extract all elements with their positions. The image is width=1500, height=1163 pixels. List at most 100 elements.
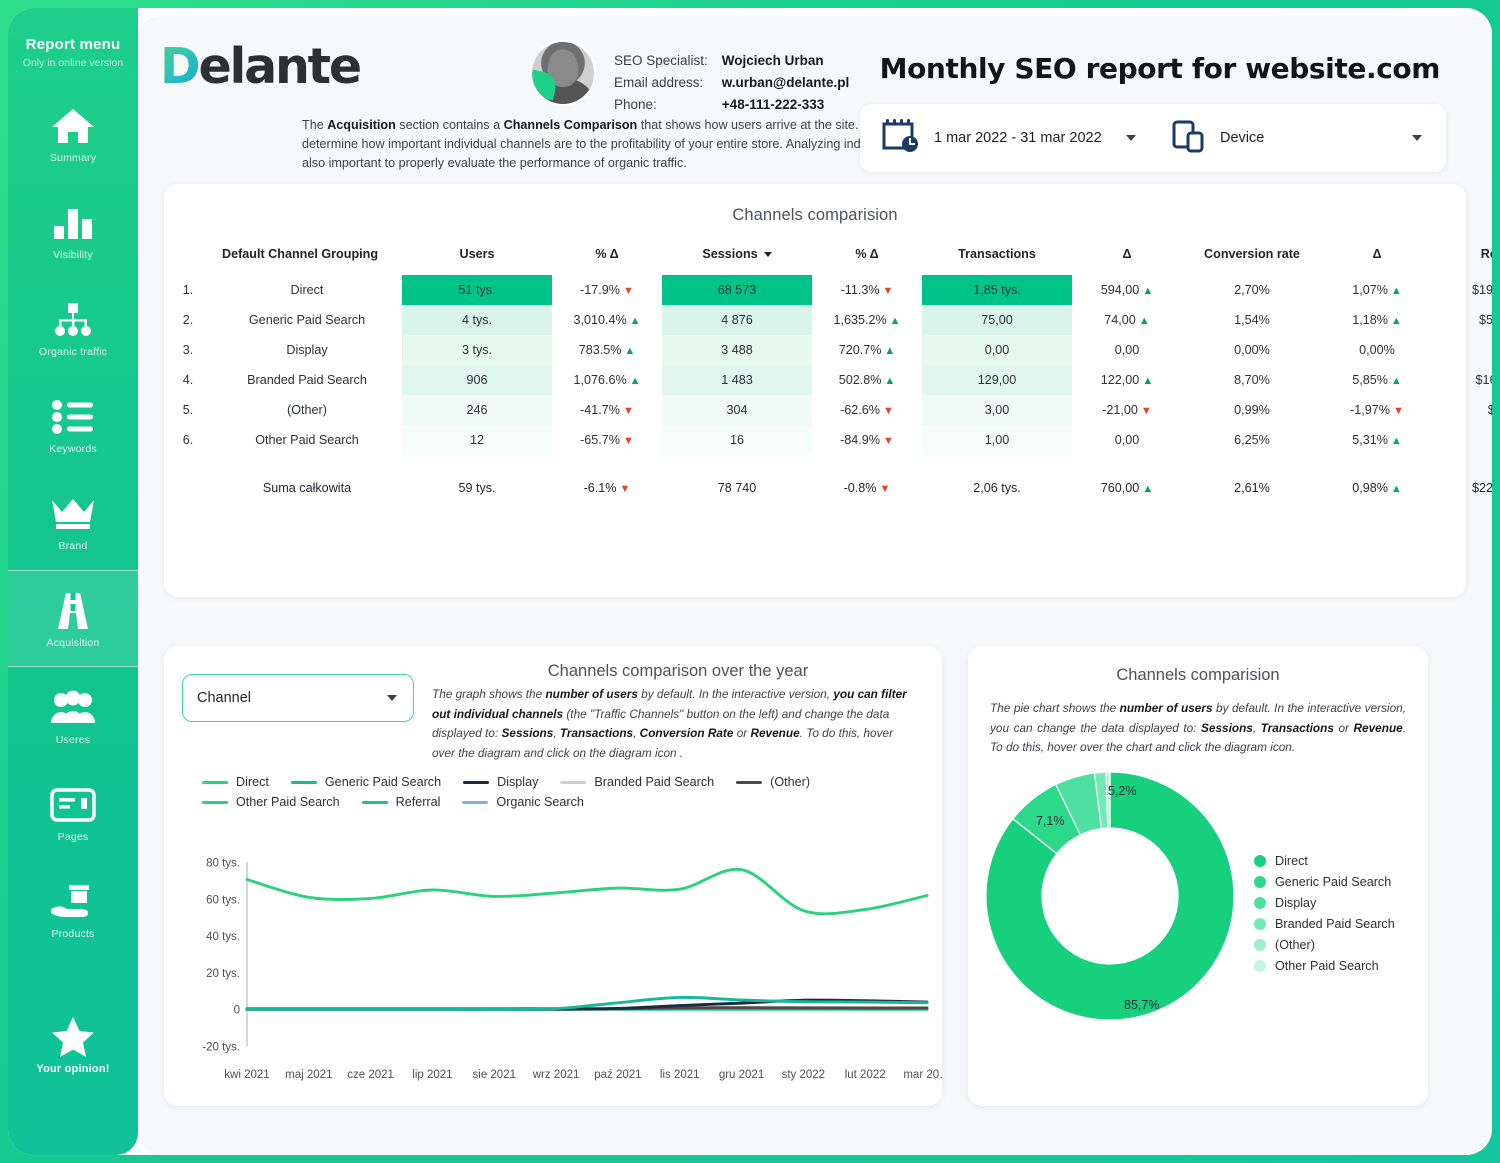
arrow-up-icon: ▲: [629, 375, 641, 387]
calendar-clock-icon: [882, 118, 920, 159]
total-users-delta: -6.1% ▼: [583, 481, 631, 495]
sidebar-item-products[interactable]: Products: [8, 861, 138, 958]
sidebar-item-label: Summary: [49, 152, 97, 164]
row-channel: (Other): [287, 403, 327, 417]
svg-text:lut 2022: lut 2022: [845, 1069, 886, 1081]
arrow-up-icon: ▲: [1142, 285, 1154, 297]
total-transactions-delta: 760,00 ▲: [1100, 481, 1154, 495]
table-row[interactable]: 1. Direct 51 tys. -17.9% ▼ 68 573 -11.3% ▼ 1,85 …: [164, 275, 1492, 305]
svg-text:gru 2021: gru 2021: [719, 1069, 764, 1081]
row-transactions: 0,00: [922, 335, 1072, 365]
date-range-filter[interactable]: 1 mar 2022 - 31 mar 2022: [860, 104, 1150, 172]
col-transactions-delta[interactable]: Δ: [1072, 241, 1182, 275]
legend-label: Generic Paid Search: [324, 775, 442, 789]
col-conversion-rate[interactable]: Conversion rate: [1182, 241, 1322, 275]
legend-item[interactable]: Organic Search: [462, 795, 584, 809]
row-users-delta: -65.7% ▼: [580, 433, 634, 447]
row-index: 6.: [182, 433, 194, 447]
legend-item[interactable]: Referral: [361, 795, 440, 809]
legend-label: Organic Search: [496, 795, 584, 809]
sidebar-item-pages[interactable]: Pages: [8, 764, 138, 861]
sidebar: Report menu Only in online version Summa…: [8, 8, 138, 1155]
sidebar-item-brand[interactable]: Brand: [8, 473, 138, 570]
sidebar-item-label: Visibility: [53, 249, 93, 261]
arrow-down-icon: ▼: [623, 405, 634, 417]
svg-text:60 tys.: 60 tys.: [206, 894, 240, 906]
pie-chart-card: Channels comparision The pie chart shows…: [968, 646, 1428, 1106]
users-icon: [49, 685, 97, 731]
sidebar-item-keywords[interactable]: Keywords: [8, 376, 138, 473]
table-row[interactable]: 2. Generic Paid Search 4 tys. 3,010.4% ▲ 4 87…: [164, 305, 1492, 335]
arrow-down-icon: ▼: [619, 483, 631, 495]
row-users: 3 tys.: [402, 335, 552, 365]
row-sessions: 304: [662, 395, 812, 425]
row-sessions-delta: 1,635.2% ▲: [833, 313, 901, 327]
contact-key: Email address:: [614, 75, 704, 90]
table-row[interactable]: 4. Branded Paid Search 906 1,076.6% ▲ 1 483 50…: [164, 365, 1492, 395]
sidebar-item-acquisition[interactable]: Acquisition: [8, 570, 138, 667]
table-row[interactable]: 5. (Other) 246 -41.7% ▼ 304 -62.6% ▼ 3,00 -21,00 ▼…: [164, 395, 1492, 425]
filters-bar: 1 mar 2022 - 31 mar 2022 Device: [860, 104, 1446, 172]
chevron-down-icon[interactable]: [1126, 135, 1136, 141]
pie-legend-item[interactable]: Other Paid Search: [1254, 959, 1395, 973]
svg-text:lis 2021: lis 2021: [660, 1069, 700, 1081]
sidebar-item-summary[interactable]: Summary: [8, 85, 138, 182]
legend-swatch: [361, 800, 388, 804]
device-filter[interactable]: Device: [1150, 104, 1436, 172]
row-sessions: 3 488: [662, 335, 812, 365]
intro-text: The: [302, 118, 328, 132]
arrow-up-icon: ▲: [1142, 483, 1154, 495]
row-index: 3.: [182, 343, 194, 357]
row-revenue: $11,2: [1432, 425, 1493, 455]
desc-bold: Transactions: [1260, 720, 1334, 735]
table-row[interactable]: 3. Display 3 tys. 783.5% ▲ 3 488 720.7% ▲ 0,00 0,…: [164, 335, 1492, 365]
col-users-delta[interactable]: % Δ: [552, 241, 662, 275]
row-transactions-delta: -21,00 ▼: [1102, 403, 1152, 417]
row-sessions-delta: -84.9% ▼: [840, 433, 894, 447]
desc-bold: Sessions: [501, 726, 554, 740]
row-sessions-delta: -62.6% ▼: [840, 403, 894, 417]
sidebar-item-organic-traffic[interactable]: Organic traffic: [8, 279, 138, 376]
row-cr-delta: 1,18% ▲: [1352, 313, 1402, 327]
legend-item[interactable]: Display: [463, 775, 538, 789]
col-cr-delta[interactable]: Δ: [1322, 241, 1432, 275]
svg-text:80 tys.: 80 tys.: [206, 858, 240, 870]
arrow-up-icon: ▲: [629, 315, 641, 327]
page-layout-icon: [50, 782, 96, 828]
arrow-down-icon: ▼: [623, 285, 634, 297]
col-users[interactable]: Users: [402, 241, 552, 275]
pie-legend-dot: [1254, 876, 1266, 888]
col-transactions[interactable]: Transactions: [922, 241, 1072, 275]
sidebar-item-useres[interactable]: Useres: [8, 667, 138, 764]
table-row[interactable]: 6. Other Paid Search 12 -65.7% ▼ 16 -84.9% ▼ 1,0…: [164, 425, 1492, 455]
pie-legend-item[interactable]: Display: [1254, 896, 1395, 910]
channel-select[interactable]: Channel: [182, 674, 414, 722]
legend-swatch: [736, 780, 763, 784]
line-chart-description: The graph shows the number of users by d…: [432, 681, 924, 763]
pie-legend-dot: [1254, 918, 1266, 930]
pie-legend-item[interactable]: (Other): [1254, 938, 1395, 952]
row-sessions: 16: [662, 425, 812, 455]
pie-legend-item[interactable]: Branded Paid Search: [1254, 917, 1395, 931]
col-revenue[interactable]: Revenue: [1432, 241, 1492, 275]
sidebar-item-visibility[interactable]: Visibility: [8, 182, 138, 279]
sidebar-item-your-opinion[interactable]: Your opinion!: [8, 996, 138, 1093]
row-users-delta: 3,010.4% ▲: [573, 313, 641, 327]
col-sessions-delta[interactable]: % Δ: [812, 241, 922, 275]
intro-text: section contains a: [395, 118, 504, 132]
legend-item[interactable]: Direct: [202, 775, 269, 789]
pie-legend-item[interactable]: Generic Paid Search: [1254, 875, 1395, 889]
col-channel[interactable]: Default Channel Grouping: [212, 241, 402, 275]
desc-text: or: [733, 726, 751, 740]
row-conversion-rate: 6,25%: [1234, 433, 1270, 447]
pie-legend-item[interactable]: Direct: [1254, 854, 1395, 868]
legend-item[interactable]: (Other): [736, 775, 810, 789]
contact-value: w.urban@delante.pl: [721, 75, 850, 90]
legend-item[interactable]: Generic Paid Search: [290, 775, 442, 789]
legend-item[interactable]: Branded Paid Search: [560, 775, 714, 789]
col-sessions[interactable]: Sessions: [662, 241, 812, 275]
chevron-down-icon[interactable]: [387, 695, 397, 701]
legend-item[interactable]: Other Paid Search: [202, 795, 340, 809]
chevron-down-icon[interactable]: [1412, 135, 1422, 141]
row-sessions-delta: 502.8% ▲: [838, 373, 896, 387]
